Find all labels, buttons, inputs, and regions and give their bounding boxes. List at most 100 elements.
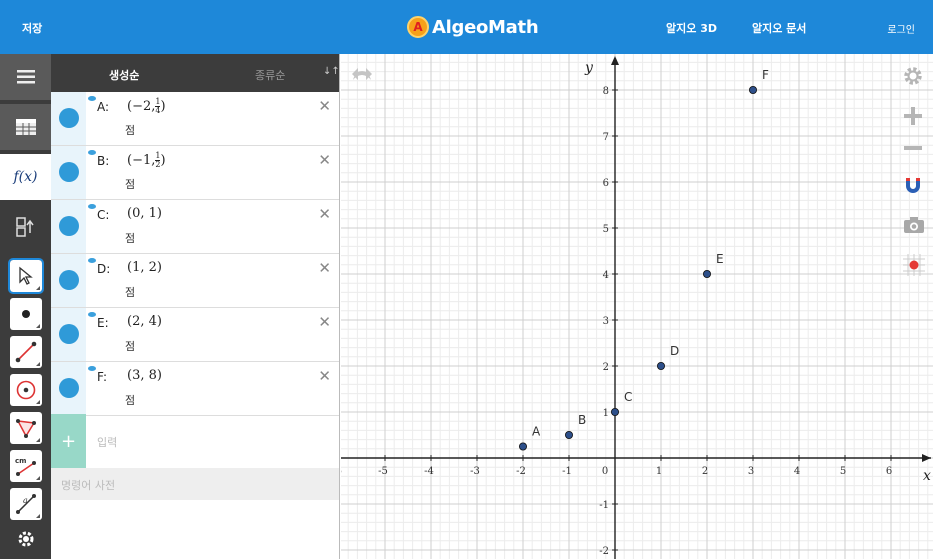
visibility-toggle[interactable]: [51, 200, 86, 253]
point-color-dot[interactable]: [59, 324, 79, 344]
visibility-toggle[interactable]: [51, 146, 86, 199]
x-axis-label: x: [923, 468, 931, 484]
circle-tool-button[interactable]: [10, 374, 42, 406]
y-tick-label: 3: [603, 316, 609, 327]
zoom-in-button[interactable]: [903, 106, 925, 128]
grid-point-button[interactable]: [903, 254, 925, 276]
table-view-button[interactable]: [0, 104, 51, 150]
point-color-dot[interactable]: [59, 162, 79, 182]
object-row-f[interactable]: F: (3, 8) 점 ✕: [51, 362, 339, 416]
value-text: (2, 4): [127, 314, 162, 329]
object-row-e[interactable]: E: (2, 4) 점 ✕: [51, 308, 339, 362]
screenshot-button[interactable]: [903, 216, 925, 238]
visibility-toggle[interactable]: [51, 362, 86, 415]
point-f[interactable]: [748, 86, 757, 95]
algebra-view-button[interactable]: f(x): [0, 154, 51, 200]
x-tick-label: -4: [424, 466, 434, 477]
x-tick-label: -6: [341, 466, 342, 477]
algebra-input-row[interactable]: + 입력: [51, 414, 339, 468]
object-type: 점: [125, 232, 136, 245]
zoom-in-icon: [904, 107, 922, 125]
object-value[interactable]: (3, 8): [127, 368, 162, 383]
point-color-dot[interactable]: [59, 216, 79, 236]
y-tick-label: 8: [603, 86, 609, 97]
graphics-view[interactable]: x y -6 -5 -4 -3 -2 -1 0 1 2 3 4 5 6 -2 -1 1 2 3 4 5 6 7 8 A B C D E F: [341, 54, 933, 559]
y-tick-label: 2: [603, 362, 609, 373]
sort-toggle-icon[interactable]: ↓↑: [323, 66, 340, 77]
graph-settings-button[interactable]: [903, 66, 925, 88]
login-button[interactable]: 로그인: [887, 21, 915, 36]
logo-badge-icon: A: [407, 16, 429, 38]
point-a[interactable]: [518, 442, 527, 451]
sort-creation-tab[interactable]: 생성순: [109, 67, 139, 83]
polygon-tool-button[interactable]: [10, 412, 42, 444]
nav-algeo-3d[interactable]: 알지오 3D: [666, 20, 717, 36]
delete-icon[interactable]: ✕: [318, 367, 331, 385]
sort-type-tab[interactable]: 종류순: [255, 67, 285, 83]
nav-algeo-document[interactable]: 알지오 문서: [752, 20, 806, 36]
point-label-a: A: [532, 425, 541, 439]
tool-settings-button[interactable]: [10, 526, 42, 552]
point-c[interactable]: [610, 407, 619, 416]
add-icon[interactable]: +: [51, 414, 86, 468]
measure-icon: cm: [15, 457, 36, 476]
object-value[interactable]: (0, 1): [127, 206, 162, 221]
object-name: B:: [97, 154, 110, 168]
camera-icon: [904, 217, 924, 233]
point-label-c: C: [624, 390, 632, 404]
move-tool-button[interactable]: [8, 258, 44, 294]
algeomath-logo[interactable]: A AlgeoMath: [407, 14, 539, 40]
delete-icon[interactable]: ✕: [318, 97, 331, 115]
y-tick-label: -2: [599, 546, 609, 557]
magnet-button[interactable]: [903, 176, 925, 198]
menu-button[interactable]: [0, 54, 51, 100]
object-row-c[interactable]: C: (0, 1) 점 ✕: [51, 200, 339, 254]
point-b[interactable]: [564, 430, 573, 439]
delete-icon[interactable]: ✕: [318, 259, 331, 277]
zoom-out-icon: [904, 146, 922, 150]
object-row-d[interactable]: D: (1, 2) 점 ✕: [51, 254, 339, 308]
object-value[interactable]: (2, 4): [127, 314, 162, 329]
algebra-input-field[interactable]: 입력: [97, 434, 117, 450]
y-axis-label: y: [584, 60, 594, 76]
point-d[interactable]: [656, 361, 665, 370]
x-tick-label: 6: [886, 466, 892, 477]
save-button[interactable]: 저장: [22, 20, 42, 36]
eye-icon: [88, 204, 96, 209]
layout-swap-button[interactable]: [0, 204, 51, 250]
y-tick-label: 5: [603, 224, 609, 235]
point-tool-button[interactable]: [10, 298, 42, 330]
point-color-dot[interactable]: [59, 378, 79, 398]
value-text-end: ): [160, 153, 166, 168]
point-e[interactable]: [702, 269, 711, 278]
delete-icon[interactable]: ✕: [318, 205, 331, 223]
value-text: (1, 2): [127, 260, 162, 275]
segment-tool-button[interactable]: [10, 336, 42, 368]
command-dictionary[interactable]: 명령어 사전: [51, 468, 339, 500]
object-value[interactable]: (1, 2): [127, 260, 162, 275]
redo-icon[interactable]: [351, 64, 373, 84]
visibility-toggle[interactable]: [51, 254, 86, 307]
circle-icon: [16, 380, 36, 400]
object-row-a[interactable]: A: (−2, 1 4) 점 ✕: [51, 92, 339, 146]
top-bar: 저장 A AlgeoMath 알지오 3D 알지오 문서 로그인: [0, 0, 933, 54]
slope-line-icon: a: [16, 494, 36, 514]
point-color-dot[interactable]: [59, 108, 79, 128]
table-icon: [15, 119, 36, 135]
object-value[interactable]: (−1, 1 2): [127, 152, 166, 169]
delete-icon[interactable]: ✕: [318, 313, 331, 331]
measure-tool-button[interactable]: cm: [10, 450, 42, 482]
zoom-out-button[interactable]: [903, 138, 925, 160]
left-toolbar: f(x) cm a: [0, 54, 51, 559]
visibility-toggle[interactable]: [51, 308, 86, 361]
graph-canvas[interactable]: x y -6 -5 -4 -3 -2 -1 0 1 2 3 4 5 6 -2 -1 1 2 3 4 5 6 7 8 A B C D E F: [341, 54, 933, 559]
point-color-dot[interactable]: [59, 270, 79, 290]
slope-tool-button[interactable]: a: [10, 488, 42, 520]
x-tick-label: 0: [602, 466, 608, 477]
object-value[interactable]: (−2, 1 4): [127, 98, 166, 115]
object-row-b[interactable]: B: (−1, 1 2) 점 ✕: [51, 146, 339, 200]
y-tick-label: 1: [603, 408, 609, 419]
visibility-toggle[interactable]: [51, 92, 86, 145]
delete-icon[interactable]: ✕: [318, 151, 331, 169]
segment-icon: [15, 341, 37, 363]
